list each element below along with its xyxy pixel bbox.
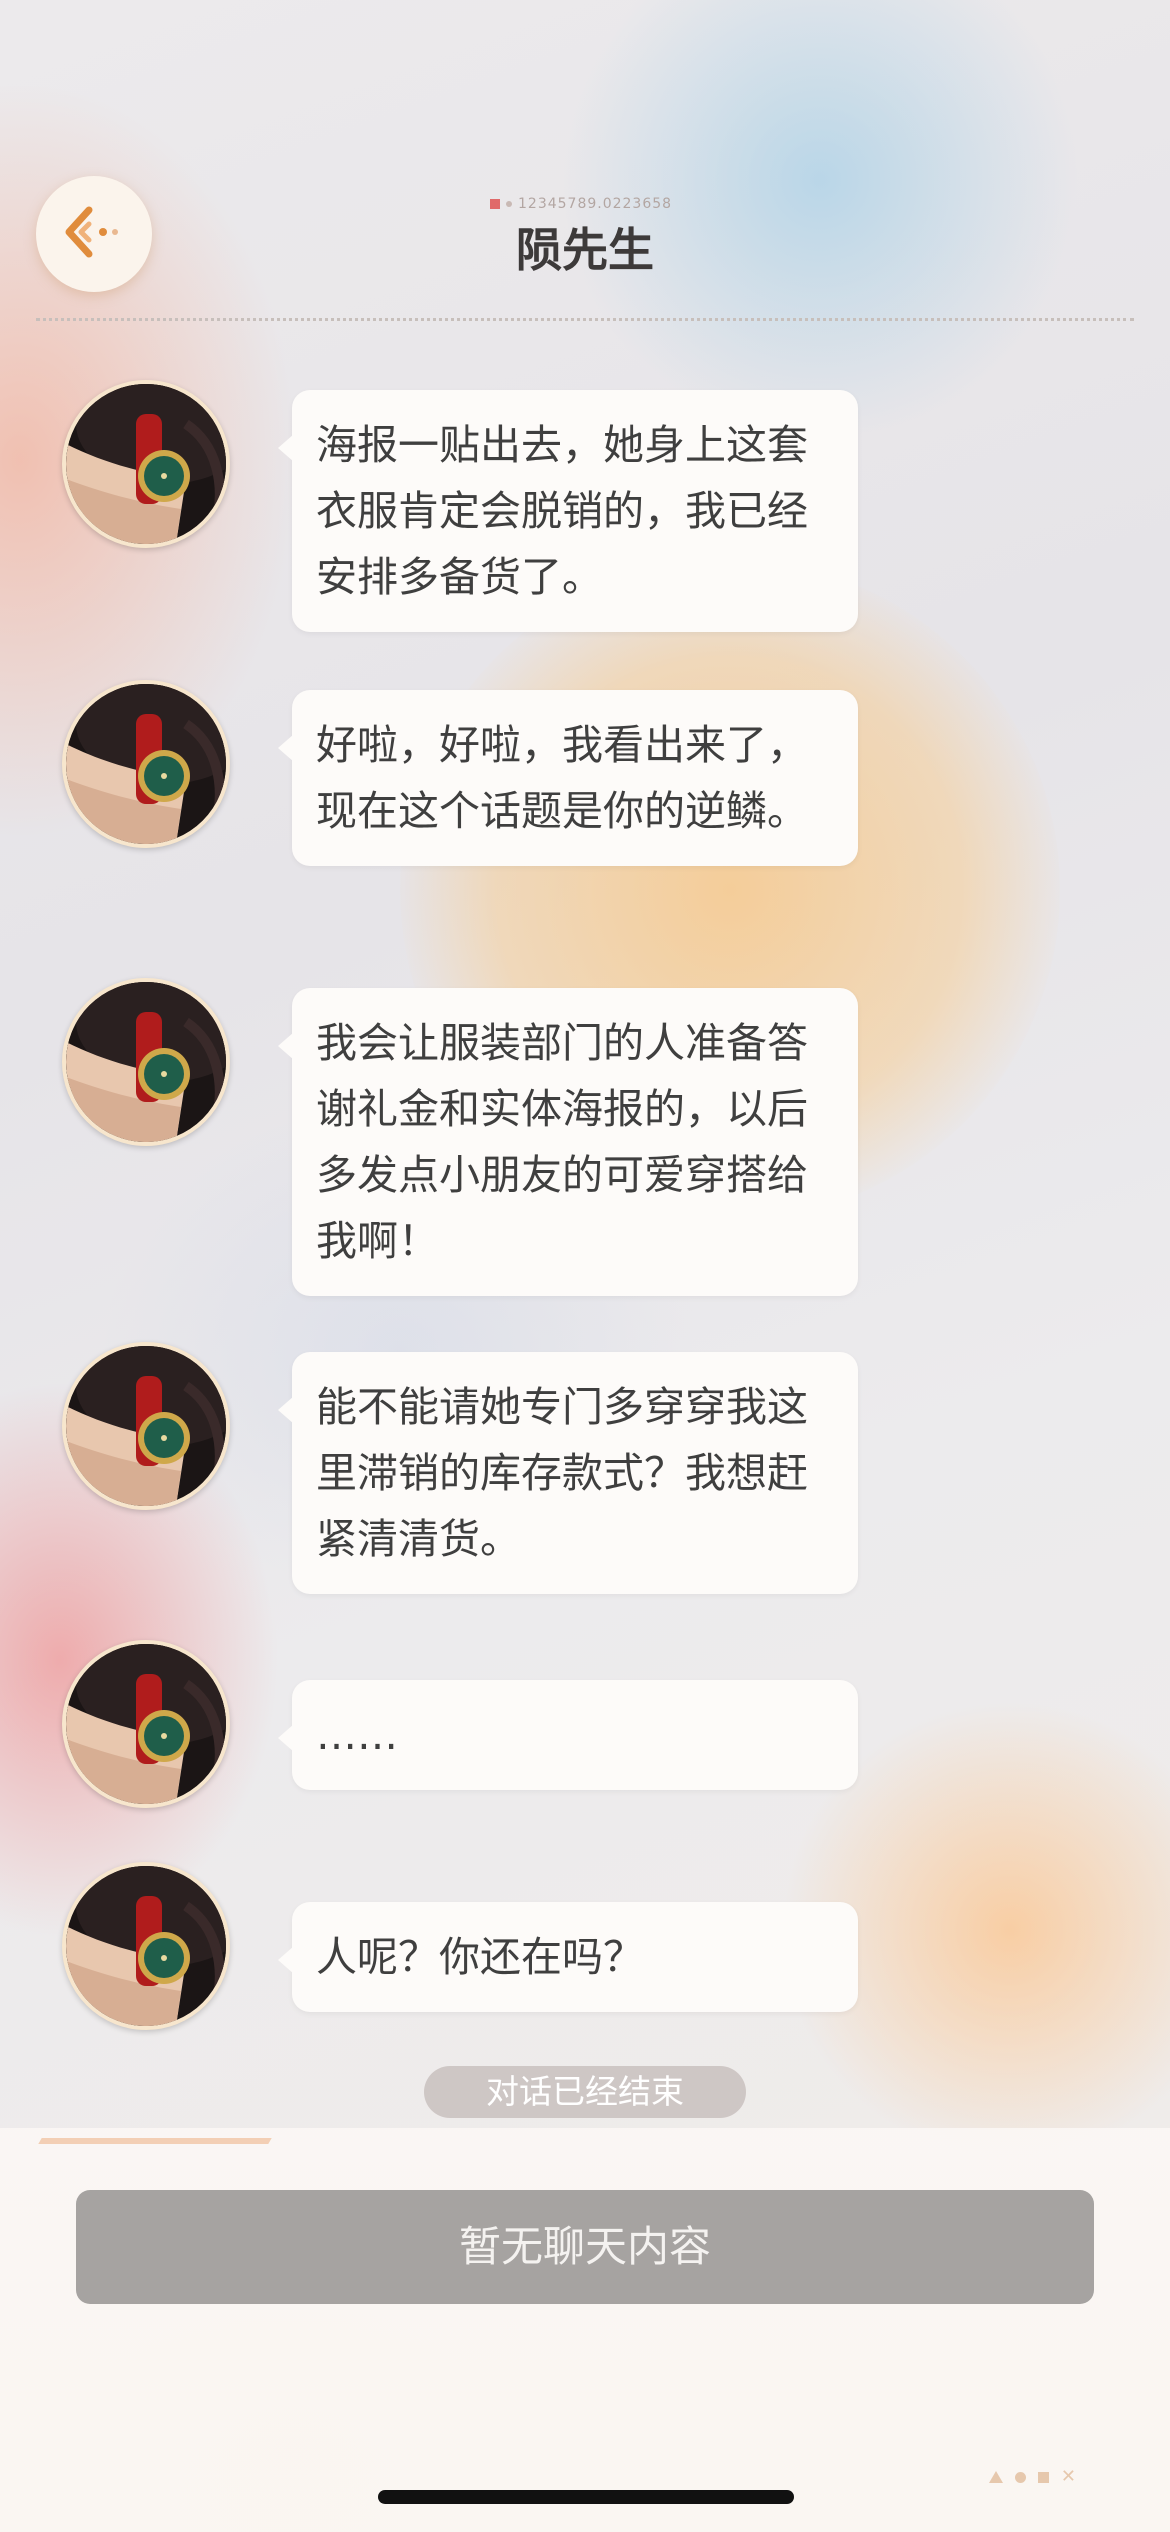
avatar[interactable] (62, 1640, 230, 1808)
avatar[interactable] (62, 1342, 230, 1510)
message-bubble: 我会让服装部门的人准备答谢礼金和实体海报的，以后多发点小朋友的可爱穿搭给我啊！ (278, 988, 858, 1296)
avatar-image (66, 1644, 226, 1804)
contact-code: 12345789.0223658 (490, 196, 672, 212)
avatar[interactable] (62, 1862, 230, 2030)
avatar[interactable] (62, 680, 230, 848)
message-bubble: 能不能请她专门多穿穿我这里滞销的库存款式？我想赶紧清清货。 (278, 1352, 858, 1594)
code-tag-icon (490, 199, 500, 209)
circle-icon (1014, 2471, 1026, 2483)
avatar[interactable] (62, 380, 230, 548)
square-icon (1037, 2471, 1049, 2483)
footer-accent-tick (238, 2138, 266, 2144)
cross-icon: ✕ (1060, 2466, 1076, 2487)
avatar-image (66, 982, 226, 1142)
conversation-ended-badge: 对话已经结束 (424, 2066, 746, 2118)
avatar-image (66, 384, 226, 544)
avatar[interactable] (62, 978, 230, 1146)
message-bubble: …… (278, 1680, 858, 1790)
code-dot-icon (506, 201, 512, 207)
header-divider (36, 318, 1134, 321)
contact-code-text: 12345789.0223658 (518, 196, 673, 212)
message-bubble: 海报一贴出去，她身上这套衣服肯定会脱销的，我已经安排多备货了。 (278, 390, 858, 632)
triangle-icon (988, 2471, 1003, 2483)
message-bubble: 人呢？你还在吗？ (278, 1902, 858, 2012)
footer-accent-line (38, 2138, 272, 2144)
page-title: 陨先生 (516, 223, 654, 277)
avatar-image (66, 1866, 226, 2026)
avatar-image (66, 1346, 226, 1506)
no-chat-content-button[interactable]: 暂无聊天内容 (76, 2190, 1094, 2304)
corner-decoration: ✕ (988, 2466, 1076, 2487)
home-indicator[interactable] (378, 2490, 794, 2504)
message-bubble: 好啦，好啦，我看出来了，现在这个话题是你的逆鳞。 (278, 690, 858, 866)
avatar-image (66, 684, 226, 844)
